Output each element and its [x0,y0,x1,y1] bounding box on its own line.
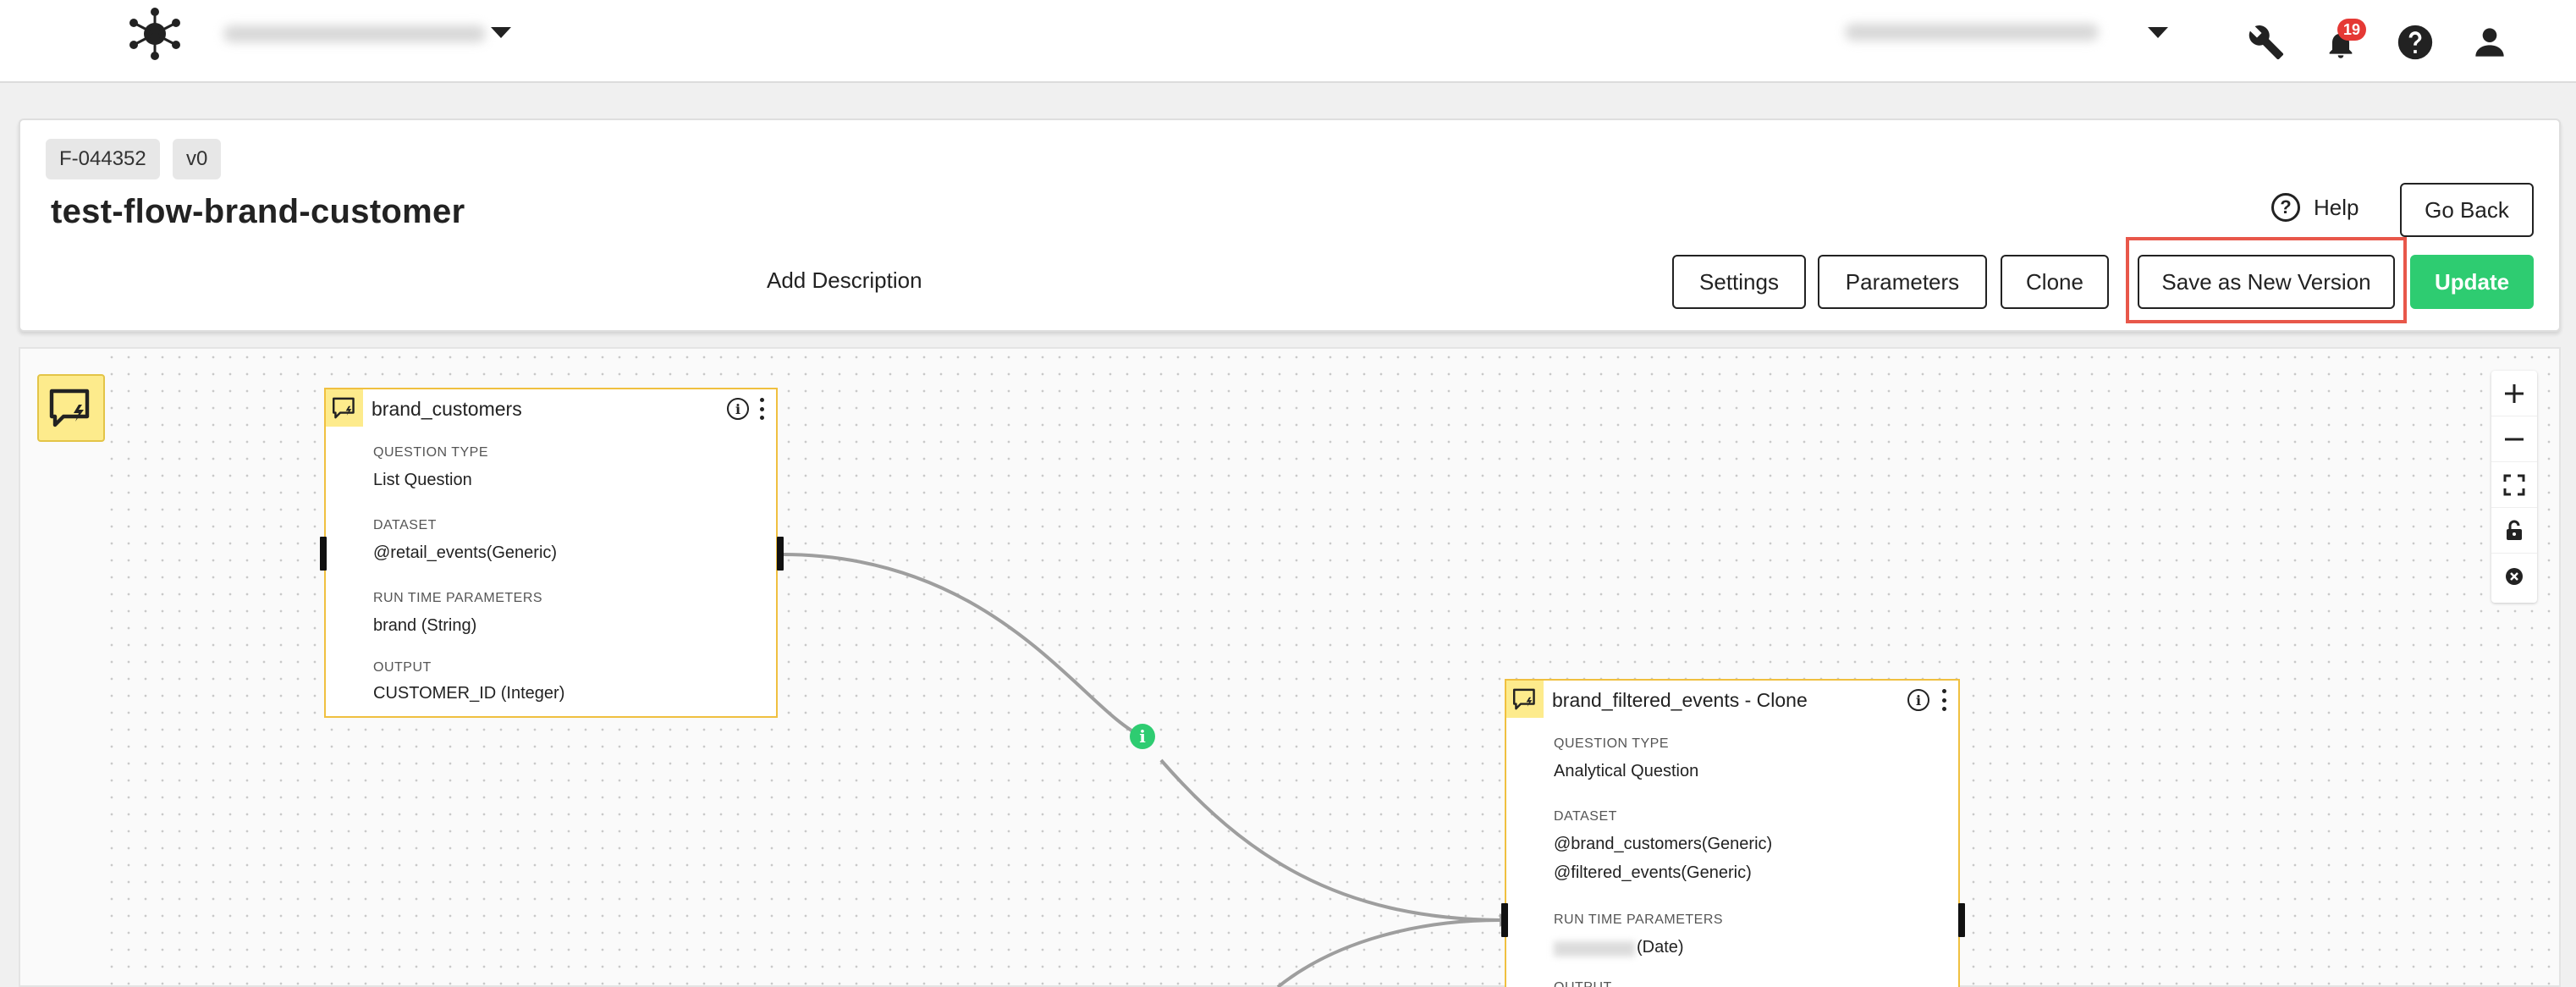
edge-brand-customers-to-filtered [781,553,1143,738]
info-icon[interactable]: i [727,398,749,420]
plus-icon[interactable] [2491,371,2537,416]
dataset-label: DATASET [1554,809,1617,824]
flow-node-brand-filtered-events-clone[interactable]: brand_filtered_events - Clone i QUESTION… [1505,679,1960,987]
question-type-label: QUESTION TYPE [373,445,489,460]
edge-incoming-from-below [1276,918,1500,987]
question-type-value: List Question [373,471,472,489]
runtime-param-name-blurred [1554,941,1635,957]
output-label: OUTPUT [1554,980,1612,987]
flow-node-brand-customers[interactable]: brand_customers i QUESTION TYPE List Que… [324,388,778,718]
dataset-value: @retail_events(Generic) [373,543,558,562]
minus-icon[interactable] [2491,416,2537,462]
runtime-params-value: brand (String) [373,616,477,635]
question-type-value: Analytical Question [1554,762,1699,780]
node-title[interactable]: brand_filtered_events - Clone [1552,689,1808,712]
question-node-icon [326,389,363,427]
node-title[interactable]: brand_customers [372,398,522,421]
question-type-label: QUESTION TYPE [1554,736,1670,751]
runtime-params-value: (Date) [1637,938,1684,957]
output-label: OUTPUT [373,660,432,675]
dataset-label: DATASET [373,518,437,532]
dataset-value: @brand_customers(Generic) [1554,835,1773,853]
info-icon[interactable]: i [1907,689,1929,711]
node-header: brand_filtered_events - Clone i [1506,681,1958,723]
node-header: brand_customers i [326,389,776,432]
svg-text:i: i [1139,726,1146,747]
fit-view-icon[interactable] [2491,462,2537,508]
reset-icon[interactable] [2491,554,2537,599]
output-port[interactable] [777,537,784,571]
more-options-icon[interactable] [757,398,766,420]
edge-brand-customers-to-filtered-2 [1159,758,1500,922]
runtime-params-label: RUN TIME PARAMETERS [1554,913,1724,927]
question-node-icon [1506,681,1544,718]
output-port[interactable] [1958,903,1965,937]
input-port[interactable] [320,537,327,571]
dataset-value: @filtered_events(Generic) [1554,863,1752,882]
output-value: CUSTOMER_ID (Integer) [373,684,565,703]
more-options-icon[interactable] [1940,689,1948,711]
lock-icon[interactable] [2491,508,2537,554]
runtime-params-label: RUN TIME PARAMETERS [373,591,543,605]
input-port[interactable] [1501,903,1508,937]
zoom-controls [2491,371,2537,603]
